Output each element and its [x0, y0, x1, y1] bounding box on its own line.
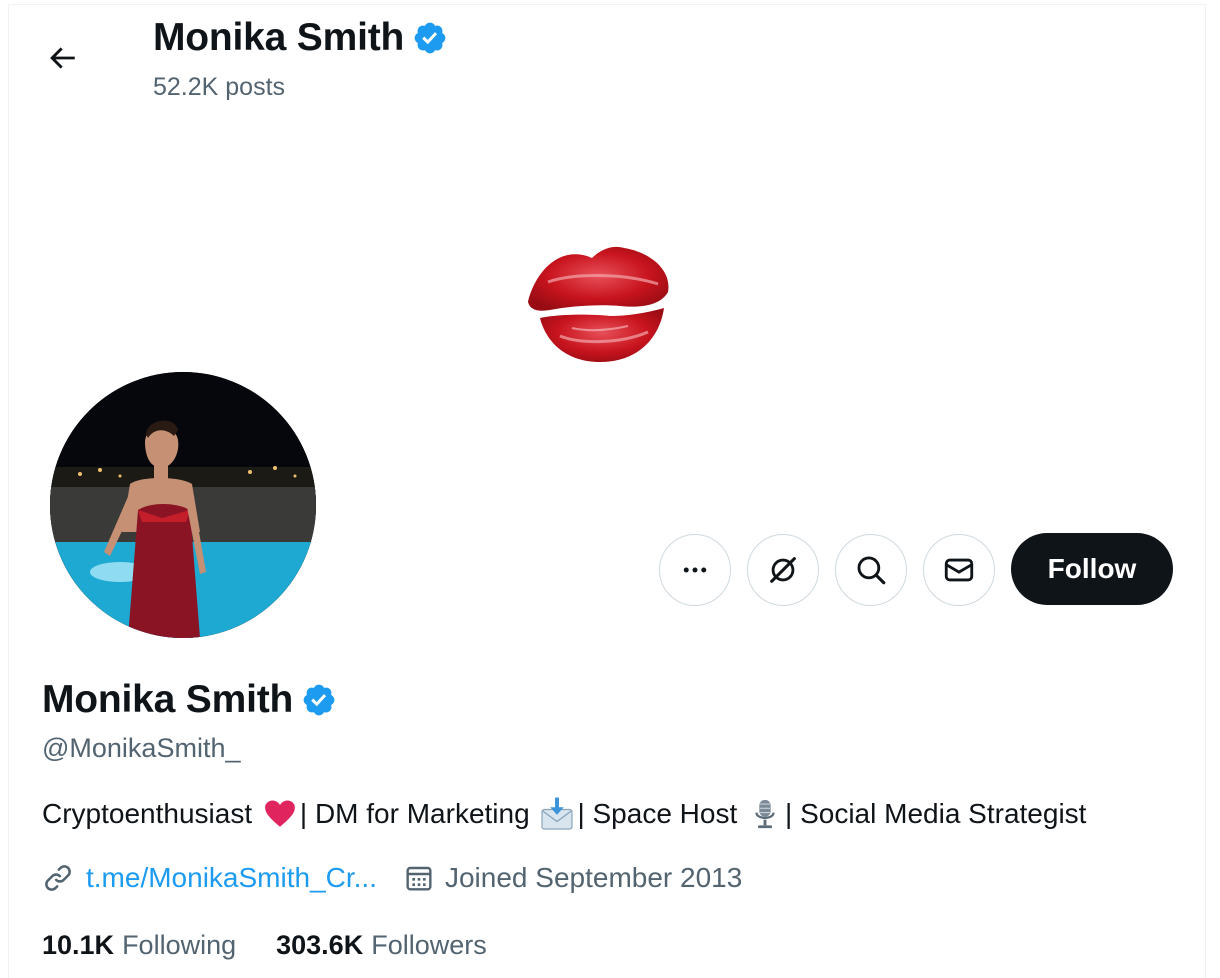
following-label: Following	[122, 930, 237, 960]
search-profile-button[interactable]	[835, 534, 907, 606]
profile-name-row: Monika Smith	[42, 678, 337, 722]
more-button[interactable]	[659, 534, 731, 606]
search-icon	[857, 556, 886, 585]
post-count: 52.2K posts	[153, 73, 286, 101]
header-title: Monika Smith	[153, 16, 448, 60]
profile-link[interactable]: t.me/MonikaSmith_Cr...	[86, 862, 377, 894]
envelope-icon	[944, 558, 974, 582]
more-icon	[683, 567, 707, 573]
link-icon	[45, 865, 71, 891]
joined-item: Joined September 2013	[403, 862, 742, 894]
verified-badge-icon[interactable]	[301, 682, 337, 718]
grok-button[interactable]	[747, 534, 819, 606]
message-button[interactable]	[923, 534, 995, 606]
lips-kiss-image	[528, 246, 669, 362]
profile-handle: @MonikaSmith_	[42, 733, 241, 763]
grok-icon	[770, 557, 796, 583]
profile-meta: t.me/MonikaSmith_Cr... Joined September …	[42, 862, 742, 894]
following-link[interactable]: 10.1K Following	[42, 930, 236, 961]
red-heart-emoji-icon	[262, 796, 298, 832]
bio-text-3: | Space Host	[577, 798, 746, 829]
joined-date: Joined September 2013	[444, 862, 743, 893]
profile-name: Monika Smith	[42, 678, 294, 721]
envelope-with-arrow-emoji-icon	[539, 796, 575, 832]
header-name: Monika Smith	[153, 16, 405, 59]
avatar[interactable]	[46, 368, 320, 642]
arrow-left-icon	[50, 47, 75, 69]
profile-link-item[interactable]: t.me/MonikaSmith_Cr...	[42, 862, 377, 894]
profile-bio: Cryptoenthusiast | DM for Marketing | Sp…	[42, 796, 1086, 832]
microphone-emoji-icon	[747, 796, 783, 832]
follow-stats: 10.1K Following 303.6K Followers	[42, 930, 487, 961]
follow-button[interactable]: Follow	[1011, 533, 1173, 605]
back-button[interactable]	[36, 36, 88, 80]
verified-badge-icon	[414, 22, 446, 54]
calendar-icon	[406, 866, 432, 891]
bio-text-4: | Social Media Strategist	[785, 798, 1087, 829]
followers-count: 303.6K	[276, 930, 364, 960]
following-count: 10.1K	[42, 930, 115, 960]
followers-link[interactable]: 303.6K Followers	[276, 930, 487, 961]
avatar-photo	[50, 372, 316, 638]
bio-text-2: | DM for Marketing	[299, 798, 538, 829]
bio-text-1: Cryptoenthusiast	[42, 798, 260, 829]
followers-label: Followers	[371, 930, 487, 960]
